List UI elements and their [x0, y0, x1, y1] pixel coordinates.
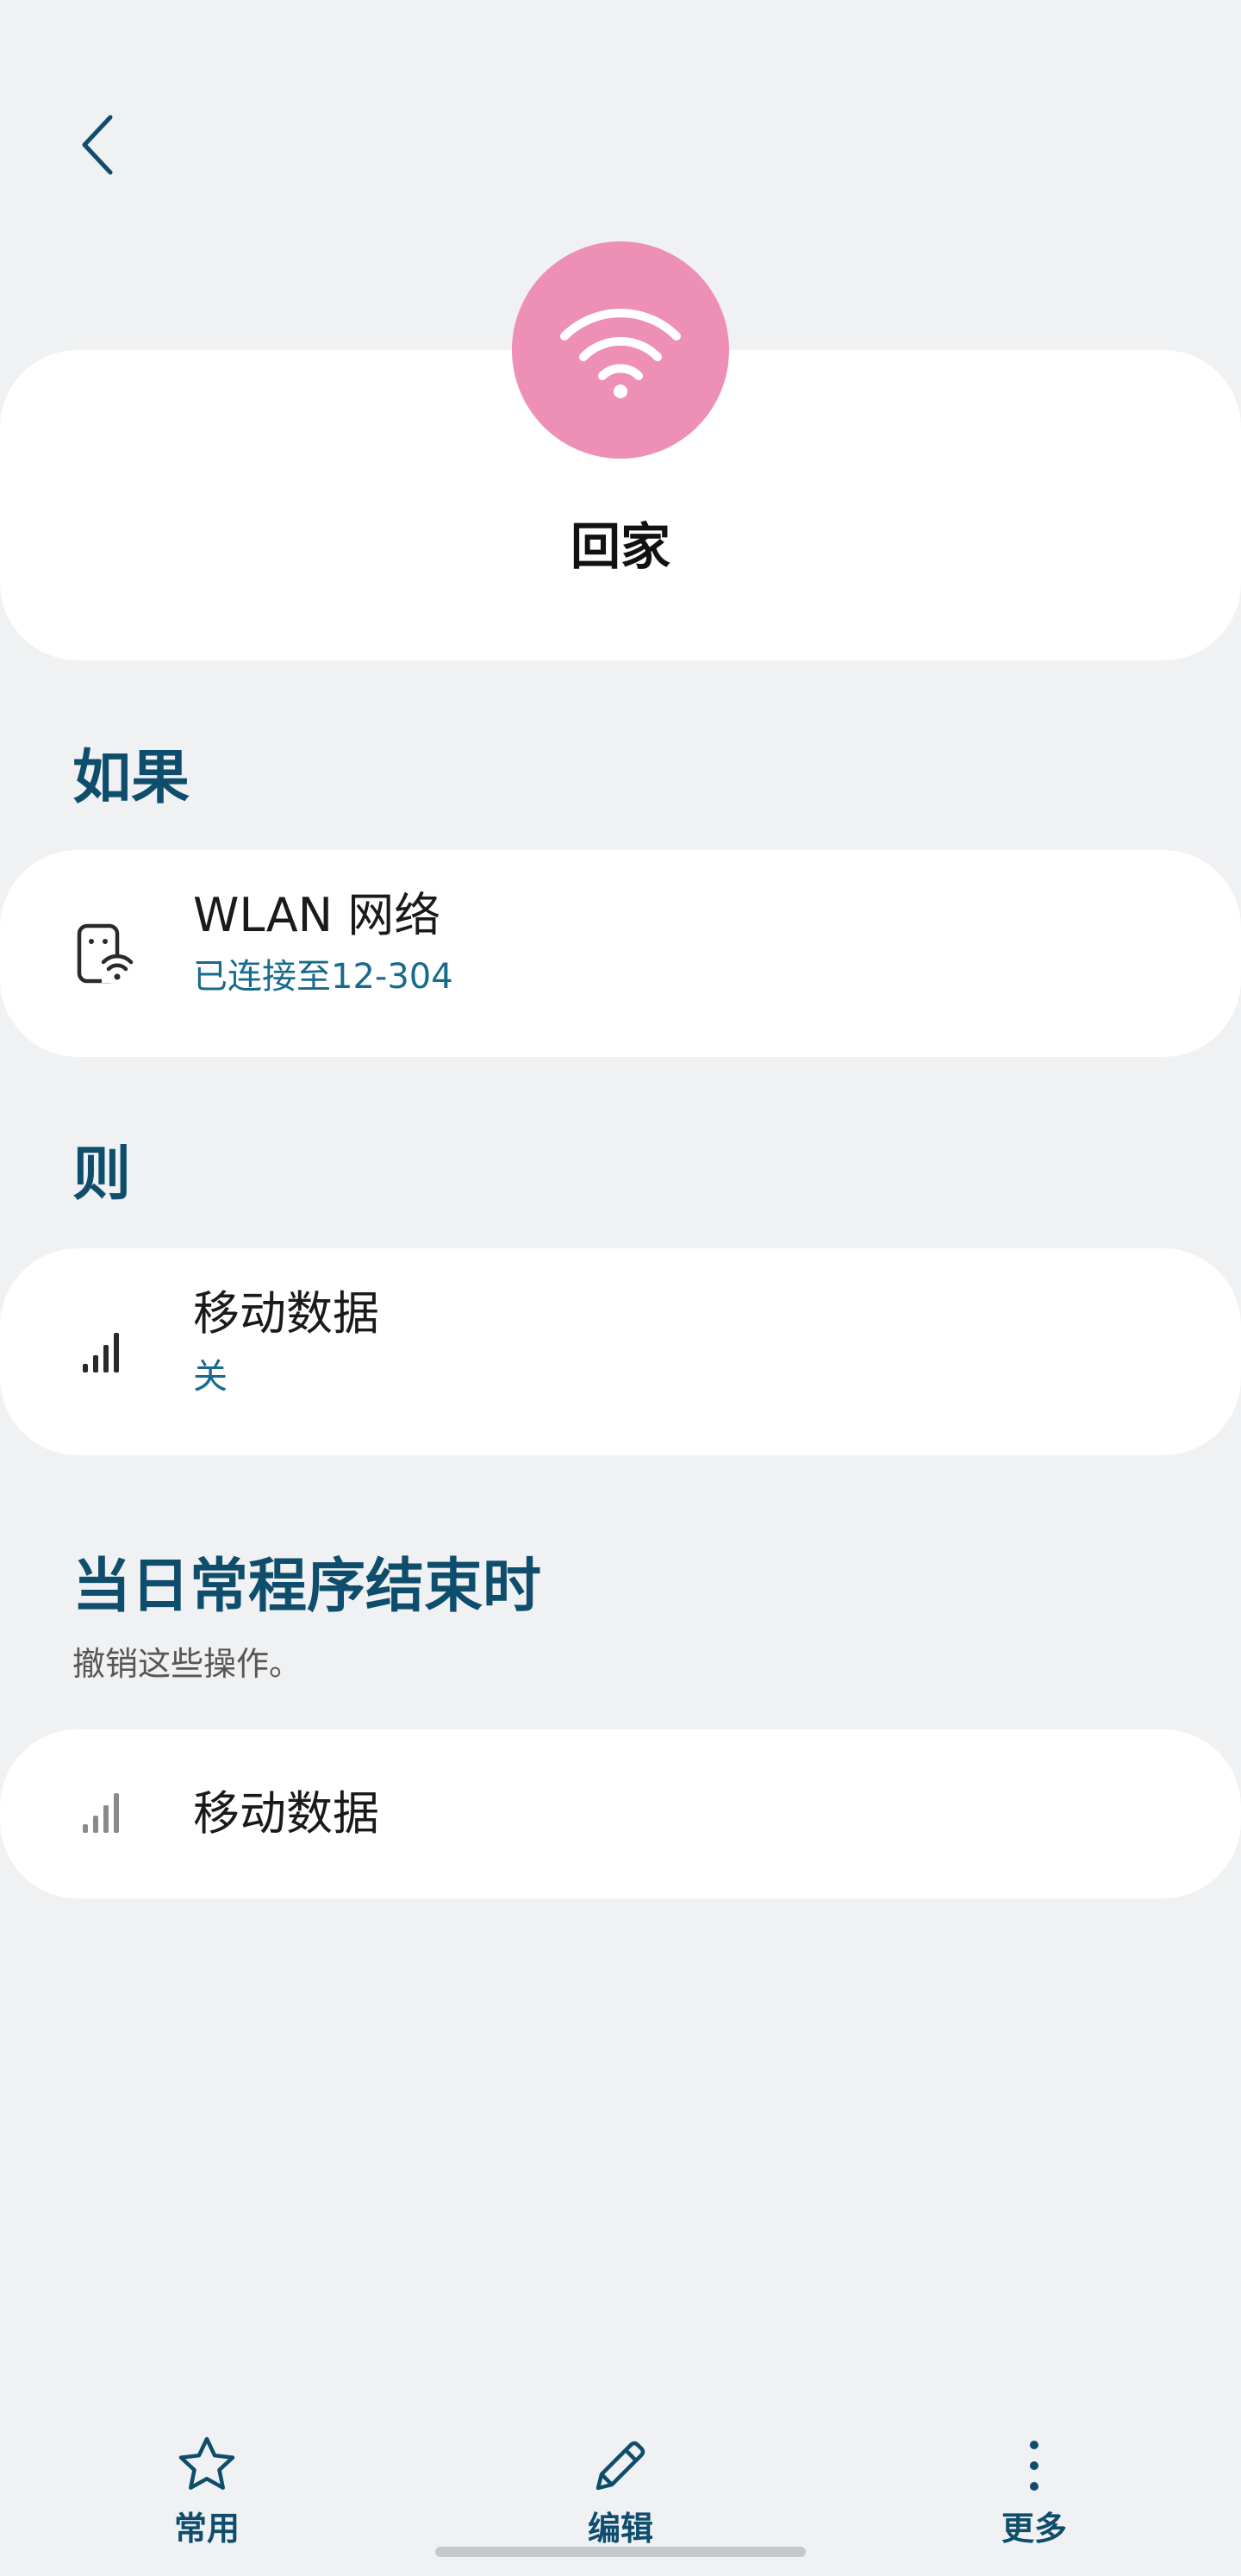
edit-label: 编辑: [587, 2510, 653, 2548]
end-routine-heading: 当日常程序结束时: [72, 1553, 542, 1621]
wifi-icon: [560, 309, 681, 398]
back-button[interactable]: [65, 109, 128, 181]
if-condition-status: 已连接至12-304: [193, 957, 453, 997]
then-action-status: 关: [193, 1357, 228, 1397]
more-label: 更多: [1001, 2510, 1067, 2548]
phone-wifi-icon: [69, 919, 138, 988]
edit-button[interactable]: 编辑: [534, 2431, 707, 2560]
if-condition-card[interactable]: WLAN 网络 已连接至12-304: [0, 850, 1241, 1057]
favorite-button[interactable]: 常用: [121, 2431, 293, 2560]
if-condition-title: WLAN 网络: [193, 888, 441, 942]
end-action-card[interactable]: 移动数据: [0, 1729, 1241, 1898]
chevron-left-icon: [82, 115, 113, 175]
signal-bars-icon: [69, 1319, 138, 1388]
routine-icon-badge[interactable]: [512, 241, 729, 459]
end-action-title: 移动数据: [193, 1786, 379, 1841]
home-indicator[interactable]: [435, 2547, 806, 2557]
star-icon: [172, 2431, 241, 2500]
routine-title[interactable]: 回家: [0, 512, 1241, 581]
then-action-card[interactable]: 移动数据 关: [0, 1248, 1241, 1455]
then-section-heading: 则: [72, 1141, 132, 1209]
more-options-button[interactable]: 更多: [948, 2431, 1120, 2560]
if-section-heading: 如果: [72, 744, 190, 812]
signal-bars-icon: [69, 1779, 138, 1848]
end-routine-description: 撤销这些操作。: [72, 1645, 302, 1683]
favorite-label: 常用: [173, 2510, 240, 2548]
pencil-icon: [586, 2431, 655, 2500]
more-vertical-icon: [1000, 2431, 1069, 2500]
then-action-title: 移动数据: [193, 1286, 379, 1341]
